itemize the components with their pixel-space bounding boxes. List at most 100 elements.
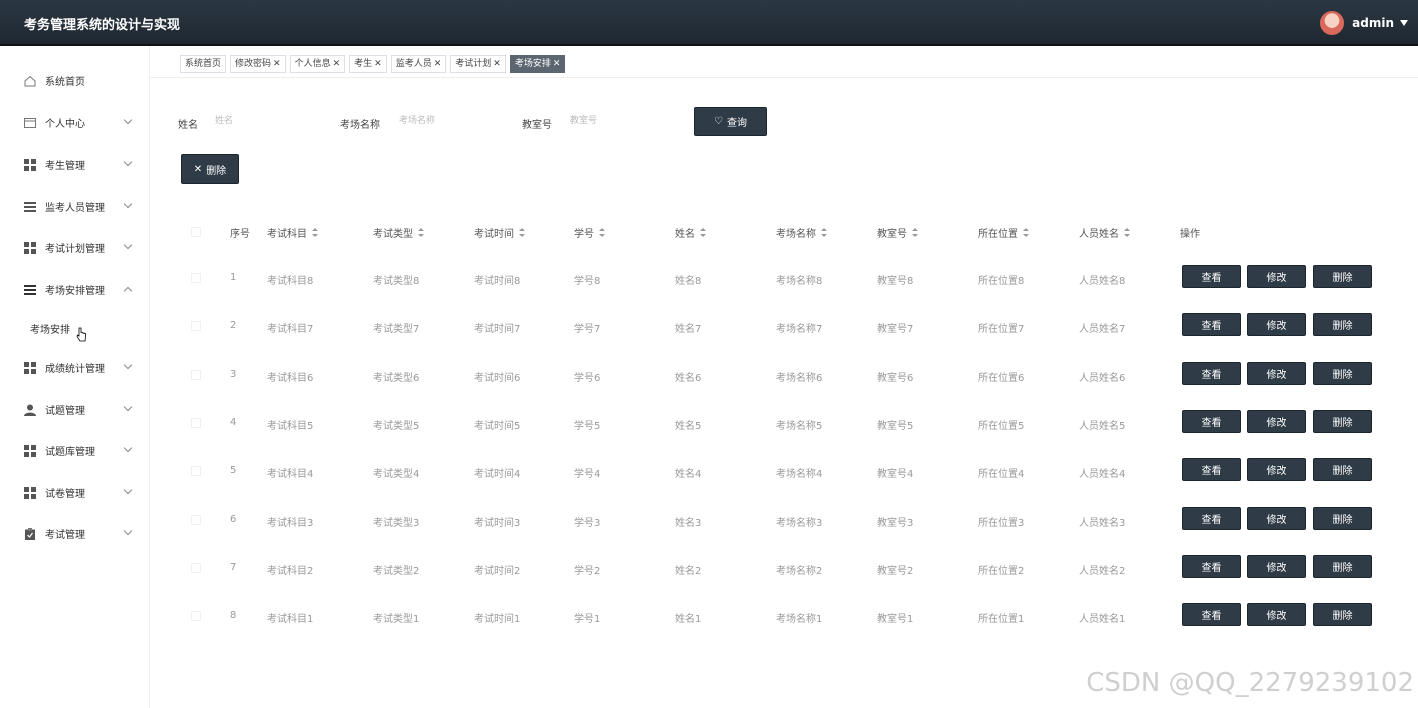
delete-button[interactable]: 删除: [1313, 603, 1372, 627]
row-checkbox[interactable]: [191, 514, 201, 525]
tab-label: 考生: [354, 59, 373, 69]
sidebar-item-label: 监考人员管理: [45, 203, 105, 214]
table-cell: 4: [230, 416, 237, 428]
room-name-input[interactable]: [391, 107, 509, 135]
row-checkbox[interactable]: [191, 417, 201, 428]
view-button[interactable]: 查看: [1182, 458, 1241, 482]
view-button[interactable]: 查看: [1182, 313, 1241, 337]
delete-button[interactable]: 删除: [1313, 554, 1372, 578]
edit-button[interactable]: 修改: [1247, 554, 1306, 578]
column-header[interactable]: 考试科目: [267, 225, 318, 240]
column-header[interactable]: 考试类型: [373, 225, 424, 240]
table-cell: 考试时间7: [474, 324, 521, 336]
column-header[interactable]: 姓名: [675, 225, 706, 240]
card-icon: [24, 117, 36, 128]
column-header[interactable]: 考试时间: [474, 225, 525, 240]
edit-button[interactable]: 修改: [1247, 313, 1306, 337]
table-cell: 学号3: [574, 517, 601, 529]
column-header-label: 考试科目: [267, 229, 307, 240]
row-checkbox[interactable]: [191, 321, 201, 332]
sidebar-item-invigilator[interactable]: 监考人员管理: [0, 186, 150, 227]
tab-exam-plan[interactable]: 考试计划 ✕: [450, 55, 506, 73]
table-cell: 考试时间3: [474, 517, 521, 529]
edit-button[interactable]: 修改: [1247, 409, 1306, 433]
row-checkbox[interactable]: [191, 562, 201, 573]
tab-examinee[interactable]: 考生 ✕: [349, 55, 387, 73]
user-name: admin: [1352, 16, 1394, 30]
tab-invigilator[interactable]: 监考人员 ✕: [390, 55, 447, 73]
view-button[interactable]: 查看: [1182, 506, 1241, 530]
delete-button[interactable]: 删除: [1313, 506, 1372, 530]
query-button[interactable]: ♡ 查询: [694, 107, 767, 136]
view-button[interactable]: 查看: [1182, 554, 1241, 578]
view-button[interactable]: 查看: [1182, 603, 1241, 627]
edit-button[interactable]: 修改: [1247, 603, 1306, 627]
row-checkbox[interactable]: [191, 466, 201, 477]
sidebar-item-exam-plan[interactable]: 考试计划管理: [0, 227, 150, 268]
user-menu[interactable]: admin: [1320, 11, 1408, 35]
delete-button[interactable]: 删除: [1313, 458, 1372, 482]
tab-home[interactable]: 系统首页: [180, 55, 227, 73]
delete-button[interactable]: 删除: [1313, 313, 1372, 337]
column-header[interactable]: 人员姓名: [1079, 225, 1130, 240]
table-cell: 教室号1: [877, 614, 914, 626]
delete-button[interactable]: 删除: [1313, 265, 1372, 288]
edit-button[interactable]: 修改: [1247, 361, 1306, 385]
table-cell: 人员姓名1: [1079, 614, 1126, 626]
table-cell: 考试科目2: [267, 565, 314, 577]
sidebar-item-personal-center[interactable]: 个人中心: [0, 102, 150, 143]
sort-icon[interactable]: [312, 228, 318, 237]
tab-change-password[interactable]: 修改密码 ✕: [230, 55, 286, 73]
sort-icon[interactable]: [1023, 228, 1029, 237]
batch-delete-button[interactable]: ✕ 删除: [181, 154, 239, 184]
view-button[interactable]: 查看: [1182, 409, 1241, 433]
table-cell: 考场名称1: [776, 614, 823, 626]
tab-room-arrangement[interactable]: 考场安排 ✕: [509, 55, 566, 73]
table-cell: 考试类型8: [373, 276, 420, 287]
select-all-checkbox[interactable]: [191, 227, 201, 237]
row-checkbox[interactable]: [191, 273, 201, 283]
close-icon[interactable]: ✕: [553, 59, 561, 69]
classroom-input[interactable]: [562, 107, 680, 135]
edit-button[interactable]: 修改: [1247, 265, 1306, 288]
sidebar-item-home[interactable]: 系统首页: [0, 60, 150, 101]
classroom-label: 教室号: [522, 120, 552, 131]
sidebar-item-examinee[interactable]: 考生管理: [0, 144, 150, 185]
tab-personal-info[interactable]: 个人信息 ✕: [289, 55, 346, 73]
close-icon[interactable]: ✕: [493, 59, 501, 69]
column-header[interactable]: 学号: [574, 225, 605, 240]
column-header[interactable]: 所在位置: [978, 225, 1029, 240]
view-button[interactable]: 查看: [1182, 265, 1241, 288]
view-button[interactable]: 查看: [1182, 361, 1241, 385]
delete-button[interactable]: 删除: [1313, 409, 1372, 433]
table-cell: 考试科目8: [267, 276, 314, 287]
table-cell: 所在位置2: [978, 565, 1025, 577]
sort-icon[interactable]: [418, 228, 424, 237]
row-checkbox[interactable]: [191, 611, 201, 622]
tab-label: 考试计划: [455, 59, 492, 69]
edit-button[interactable]: 修改: [1247, 506, 1306, 530]
table-cell: 教室号5: [877, 420, 914, 432]
column-header[interactable]: 教室号: [877, 225, 918, 240]
column-header[interactable]: 考场名称: [776, 225, 827, 240]
close-icon[interactable]: ✕: [374, 59, 382, 69]
sort-icon[interactable]: [599, 228, 605, 237]
sort-icon[interactable]: [700, 228, 706, 237]
delete-button[interactable]: 删除: [1313, 361, 1372, 385]
sort-icon[interactable]: [912, 228, 918, 237]
row-checkbox[interactable]: [191, 369, 201, 380]
close-icon[interactable]: ✕: [273, 59, 281, 69]
sort-icon[interactable]: [1124, 228, 1130, 237]
table-cell: 6: [230, 513, 237, 525]
sort-icon[interactable]: [821, 228, 827, 237]
grid-icon: [24, 241, 36, 254]
table-cell: 人员姓名6: [1079, 372, 1126, 384]
close-icon[interactable]: ✕: [434, 59, 442, 69]
close-icon[interactable]: ✕: [333, 59, 341, 69]
table-cell: 考试时间5: [474, 420, 521, 432]
name-input[interactable]: [207, 107, 325, 135]
edit-button[interactable]: 修改: [1247, 458, 1306, 482]
table-cell: 考试时间1: [474, 614, 521, 626]
sort-icon[interactable]: [519, 228, 525, 237]
table-cell: 考试科目4: [267, 469, 314, 481]
